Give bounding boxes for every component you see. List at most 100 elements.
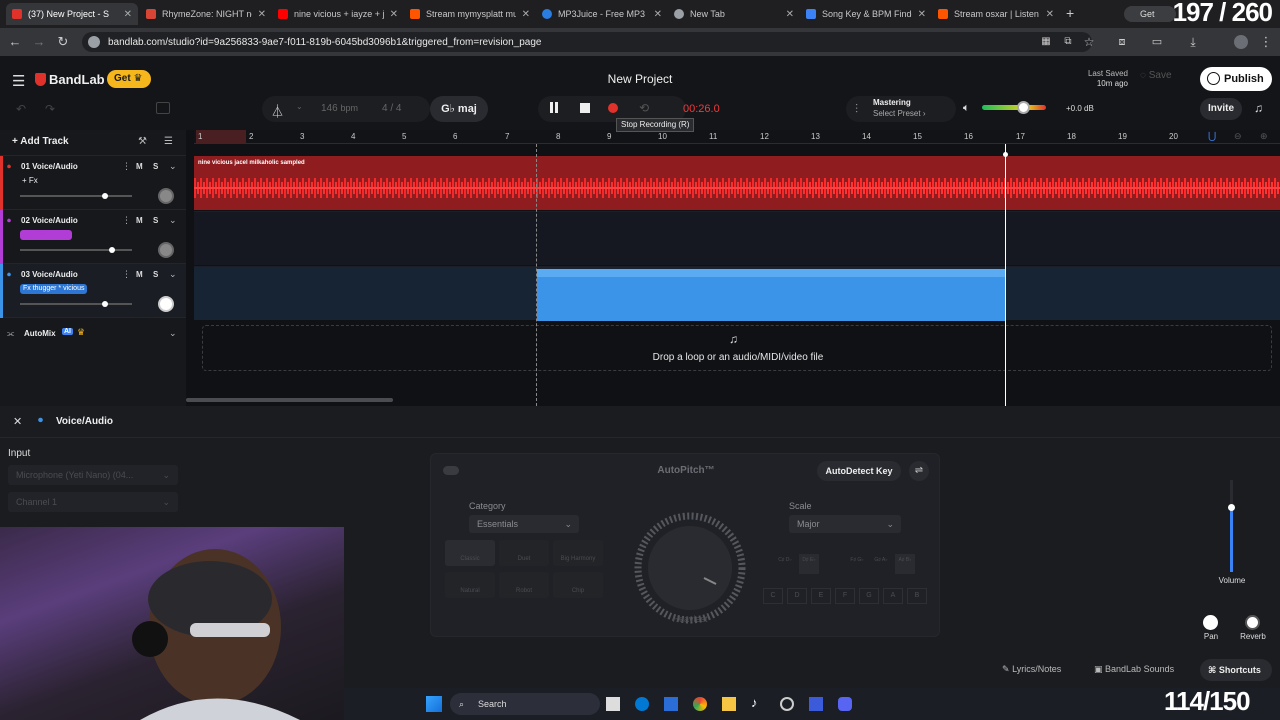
app-icon[interactable] (809, 697, 823, 711)
master-volume-slider[interactable] (982, 105, 1046, 110)
chevron-down-icon[interactable]: ⌄ (169, 215, 177, 226)
task-view-icon[interactable] (606, 697, 620, 711)
tune-icon[interactable]: ⚒ (138, 136, 147, 147)
chevron-down-icon[interactable]: ⌄ (169, 269, 177, 280)
redo-icon[interactable]: ↷ (45, 102, 55, 116)
volume-slider[interactable] (20, 249, 132, 251)
app-icon[interactable] (780, 697, 794, 711)
record-button-icon[interactable] (608, 103, 618, 113)
install-app-icon[interactable]: ▦ (1038, 34, 1054, 50)
lyrics-notes-button[interactable]: ✎ Lyrics/Notes (1002, 664, 1061, 675)
get-membership-button[interactable]: Get ♛ (107, 70, 151, 88)
preset-chip[interactable]: Chip (553, 572, 603, 598)
edge-icon[interactable] (635, 697, 649, 711)
zoom-out-icon[interactable]: ⊖ (1234, 131, 1242, 142)
browser-tab[interactable]: Stream mymysplatt mu ✕ (404, 3, 536, 25)
time-signature[interactable]: 4 / 4 (382, 103, 401, 114)
cast-icon[interactable]: ⧉ (1060, 34, 1076, 50)
reload-icon[interactable]: ↻ (55, 34, 71, 50)
track-fx-button[interactable]: + Fx (20, 176, 40, 185)
site-info-icon[interactable] (88, 36, 100, 48)
pan-knob[interactable] (158, 188, 174, 204)
playhead[interactable] (1005, 144, 1006, 406)
mute-button[interactable]: M (136, 162, 143, 171)
track-options-icon[interactable]: ⋮ (122, 161, 131, 172)
channel-select[interactable]: Channel 1 ⌄ (8, 492, 178, 512)
key-natural[interactable]: E (811, 588, 831, 604)
metronome-dropdown-icon[interactable]: ⌄ (296, 102, 303, 111)
drop-zone[interactable]: ♫ Drop a loop or an audio/MIDI/video fil… (202, 325, 1272, 371)
volume-slider[interactable] (20, 195, 132, 197)
discord-icon[interactable] (838, 697, 852, 711)
close-tab-icon[interactable]: ✕ (522, 9, 530, 20)
preset-big-harmony[interactable]: Big Harmony (553, 540, 603, 566)
lane-03[interactable] (194, 266, 1280, 321)
chevron-down-icon[interactable]: ⌄ (169, 328, 177, 339)
browser-tab[interactable]: MP3Juice - Free MP3 D ✕ (536, 3, 668, 25)
key-button[interactable]: G♭ maj (430, 96, 488, 122)
track-options-icon[interactable]: ⋮ (122, 215, 131, 226)
url-field[interactable]: bandlab.com/studio?id=9a256833-9ae7-f011… (82, 32, 1092, 52)
file-explorer-icon[interactable] (722, 697, 736, 711)
magnet-snap-icon[interactable]: ⋃ (1208, 131, 1216, 142)
lane-02[interactable] (194, 211, 1280, 265)
close-tab-icon[interactable]: ✕ (786, 9, 794, 20)
automix-row[interactable]: ⫘ AutoMix AI ♛ ⌄ (0, 326, 187, 344)
volume-thumb[interactable] (109, 247, 115, 253)
browser-tab[interactable]: nine vicious + iayze + jj ✕ (272, 3, 404, 25)
preset-robot[interactable]: Robot (499, 572, 549, 598)
browser-tab[interactable]: Song Key & BPM Finde ✕ (800, 3, 932, 25)
preset-natural[interactable]: Natural (445, 572, 495, 598)
bandlab-sounds-button[interactable]: ▣ BandLab Sounds (1094, 664, 1174, 675)
key-natural[interactable]: G (859, 588, 879, 604)
horizontal-scrollbar[interactable] (186, 398, 393, 402)
track-options-icon[interactable]: ⋮ (122, 269, 131, 280)
browser-tab[interactable]: RhymeZone: NIGHT ne ✕ (140, 3, 272, 25)
reverb-knob[interactable] (1245, 615, 1260, 630)
track-row-selected[interactable]: ⏺ 03 Voice/Audio Fx thugger * vicious ⋮ … (0, 264, 187, 318)
tiktok-icon[interactable]: ♪ (751, 695, 758, 710)
project-title[interactable]: New Project (540, 72, 740, 86)
snap-icon[interactable] (156, 102, 170, 114)
loop-icon[interactable]: ⟲ (639, 101, 649, 115)
pan-knob[interactable] (1203, 615, 1218, 630)
key-natural[interactable]: B (907, 588, 927, 604)
autopitch-knob[interactable] (632, 510, 748, 626)
close-tab-icon[interactable]: ✕ (1046, 9, 1054, 20)
chrome-icon[interactable] (693, 697, 707, 711)
key-natural[interactable]: F (835, 588, 855, 604)
timeline-ruler[interactable]: 1 2 3 4 5 6 7 8 9 10 11 12 13 14 15 16 1… (194, 130, 1280, 144)
download-icon[interactable]: ⤓ (1185, 34, 1201, 50)
splitter[interactable] (186, 130, 194, 406)
extensions-icon[interactable]: ⧈ (1114, 34, 1130, 50)
profile-avatar[interactable] (1234, 35, 1248, 49)
volume-thumb[interactable] (102, 301, 108, 307)
add-track-button[interactable]: + Add Track (12, 136, 69, 147)
track-row[interactable]: ⏺ 01 Voice/Audio + Fx ⋮ M S ⌄ (0, 156, 187, 210)
track-name[interactable]: 01 Voice/Audio (21, 162, 78, 171)
loop-region[interactable] (196, 130, 246, 144)
forward-icon[interactable]: → (31, 34, 47, 50)
solo-button[interactable]: S (153, 270, 158, 279)
key-natural[interactable]: D (787, 588, 807, 604)
pan-knob[interactable] (158, 242, 174, 258)
preset-classic[interactable]: Classic (445, 540, 495, 566)
shortcuts-button[interactable]: ⌘ Shortcuts (1200, 659, 1272, 681)
close-tab-icon[interactable]: ✕ (918, 9, 926, 20)
metronome-icon[interactable]: ⏃ (271, 101, 284, 120)
input-device-select[interactable]: Microphone (Yeti Nano) (04... ⌄ (8, 465, 178, 485)
tempo-field[interactable]: 146 bpm (321, 103, 358, 114)
hamburger-menu-icon[interactable]: ☰ (12, 72, 25, 90)
chevron-down-icon[interactable]: ⌄ (169, 161, 177, 172)
volume-slider[interactable] (20, 303, 132, 305)
menu-dots-icon[interactable]: ⋮ (1258, 34, 1274, 50)
track-name[interactable]: 03 Voice/Audio (21, 270, 78, 279)
publish-button[interactable]: Publish (1200, 67, 1272, 91)
invite-button[interactable]: Invite (1200, 98, 1242, 120)
preset-duet[interactable]: Duet (499, 540, 549, 566)
timeline-area[interactable]: nine vicious jacel milkaholic sampled ♫ … (186, 144, 1280, 406)
taskbar-search[interactable]: ⌕ Search (450, 693, 600, 715)
scale-select[interactable]: Major ⌄ (789, 515, 901, 533)
speaker-icon[interactable]: 🔈︎ (963, 102, 970, 115)
browser-tab[interactable]: Stream osxar | Listen to ✕ (932, 3, 1060, 25)
